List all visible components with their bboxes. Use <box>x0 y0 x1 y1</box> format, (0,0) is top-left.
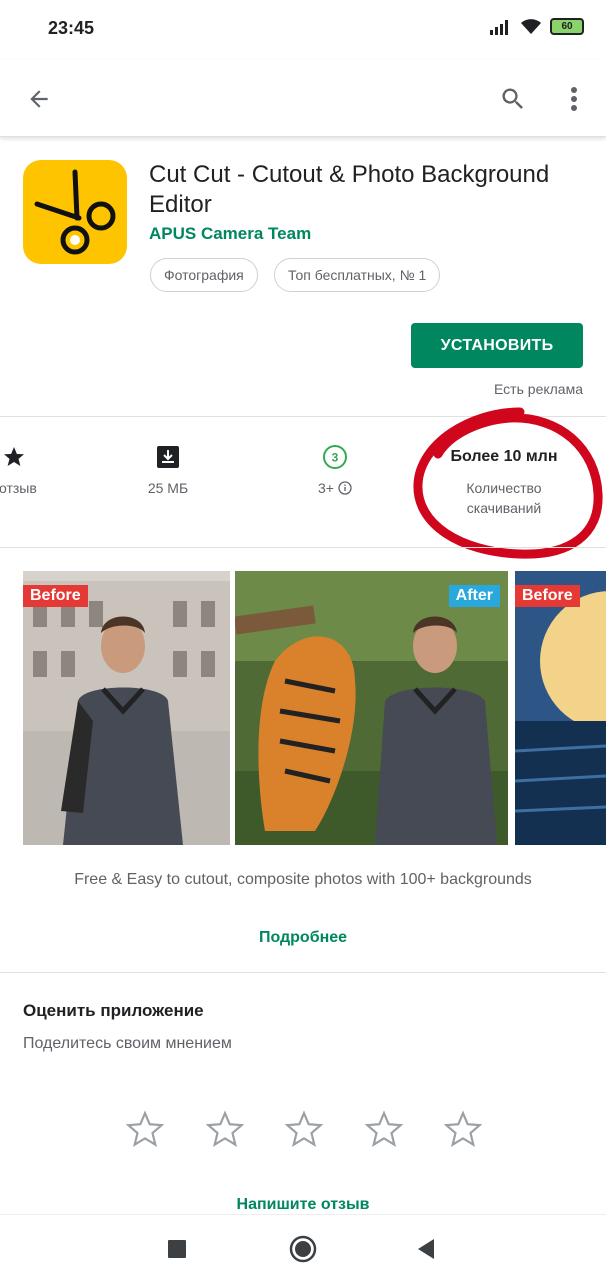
rate-star-4[interactable] <box>363 1108 405 1150</box>
age-rating-icon: 3 <box>323 445 347 469</box>
star-outline-icon <box>125 1110 165 1147</box>
before-badge: Before <box>515 585 580 607</box>
more-options-button[interactable] <box>556 80 592 118</box>
before-badge: Before <box>23 585 88 607</box>
signal-icon <box>490 19 508 35</box>
app-icon <box>23 160 127 264</box>
info-icon[interactable] <box>338 481 352 495</box>
star-outline-icon <box>205 1110 244 1147</box>
recents-button[interactable] <box>161 1233 193 1265</box>
screenshot-image <box>515 571 606 845</box>
screenshot-image <box>235 571 508 845</box>
rate-app-title: Оценить приложение <box>23 1001 204 1020</box>
square-icon <box>168 1240 186 1258</box>
scissors-logo-icon <box>34 169 116 255</box>
category-chip[interactable]: Фотография <box>150 258 258 292</box>
divider <box>0 547 606 548</box>
rating-stat[interactable]: . отзыв <box>0 440 94 498</box>
home-circle-icon <box>289 1235 317 1263</box>
star-filled-icon <box>4 447 24 466</box>
ads-note: Есть реклама <box>494 381 583 397</box>
divider <box>0 972 606 973</box>
age-badge-text: 3 <box>332 451 339 465</box>
size-label: 25 МБ <box>147 480 189 496</box>
age-rating-stat[interactable]: 3 3+ <box>255 440 415 498</box>
rate-star-1[interactable] <box>124 1108 166 1150</box>
developer-link[interactable]: APUS Camera Team <box>149 224 311 244</box>
home-button[interactable] <box>287 1233 319 1265</box>
screenshot-1[interactable]: Before <box>23 571 230 845</box>
write-review-link[interactable]: Напишите отзыв <box>0 1196 606 1214</box>
app-title: Cut Cut - Cutout & Photo Background Edit… <box>149 161 550 218</box>
status-time: 23:45 <box>48 18 95 38</box>
star-outline-icon <box>284 1110 324 1147</box>
rating-stars <box>124 1108 484 1150</box>
search-button[interactable] <box>494 80 532 118</box>
age-label: 3+ <box>318 480 334 496</box>
rate-app-subtitle: Поделитесь своим мнением <box>23 1035 232 1052</box>
top-app-bar <box>0 60 606 137</box>
rate-star-3[interactable] <box>283 1108 325 1150</box>
screenshot-image <box>23 571 230 845</box>
read-more-link[interactable]: Подробнее <box>0 929 606 947</box>
triangle-back-icon <box>418 1239 434 1259</box>
back-button[interactable] <box>20 80 58 118</box>
download-icon <box>157 446 179 468</box>
system-nav-bar <box>0 1214 606 1281</box>
wifi-icon <box>521 18 541 34</box>
rank-chip[interactable]: Топ бесплатных, № 1 <box>274 258 441 292</box>
search-icon <box>502 88 523 109</box>
star-outline-icon <box>364 1110 403 1147</box>
rate-star-5[interactable] <box>442 1108 484 1150</box>
size-stat: 25 МБ <box>88 440 248 498</box>
rate-star-2[interactable] <box>204 1108 246 1150</box>
screenshot-3[interactable]: Before <box>515 571 606 845</box>
more-vert-icon <box>571 87 577 111</box>
after-badge: After <box>448 585 500 607</box>
back-nav-button[interactable] <box>410 1233 442 1265</box>
short-description: Free & Easy to cutout, composite photos … <box>74 871 532 888</box>
status-icons: 60 <box>490 18 584 35</box>
annotation-circle <box>413 407 603 559</box>
back-arrow-icon <box>30 90 48 108</box>
screenshot-2[interactable]: After <box>235 571 508 845</box>
battery-indicator: 60 <box>550 18 584 35</box>
reviews-label: . отзыв <box>0 480 37 496</box>
star-outline-icon <box>443 1110 483 1147</box>
install-button[interactable]: УСТАНОВИТЬ <box>411 323 583 368</box>
